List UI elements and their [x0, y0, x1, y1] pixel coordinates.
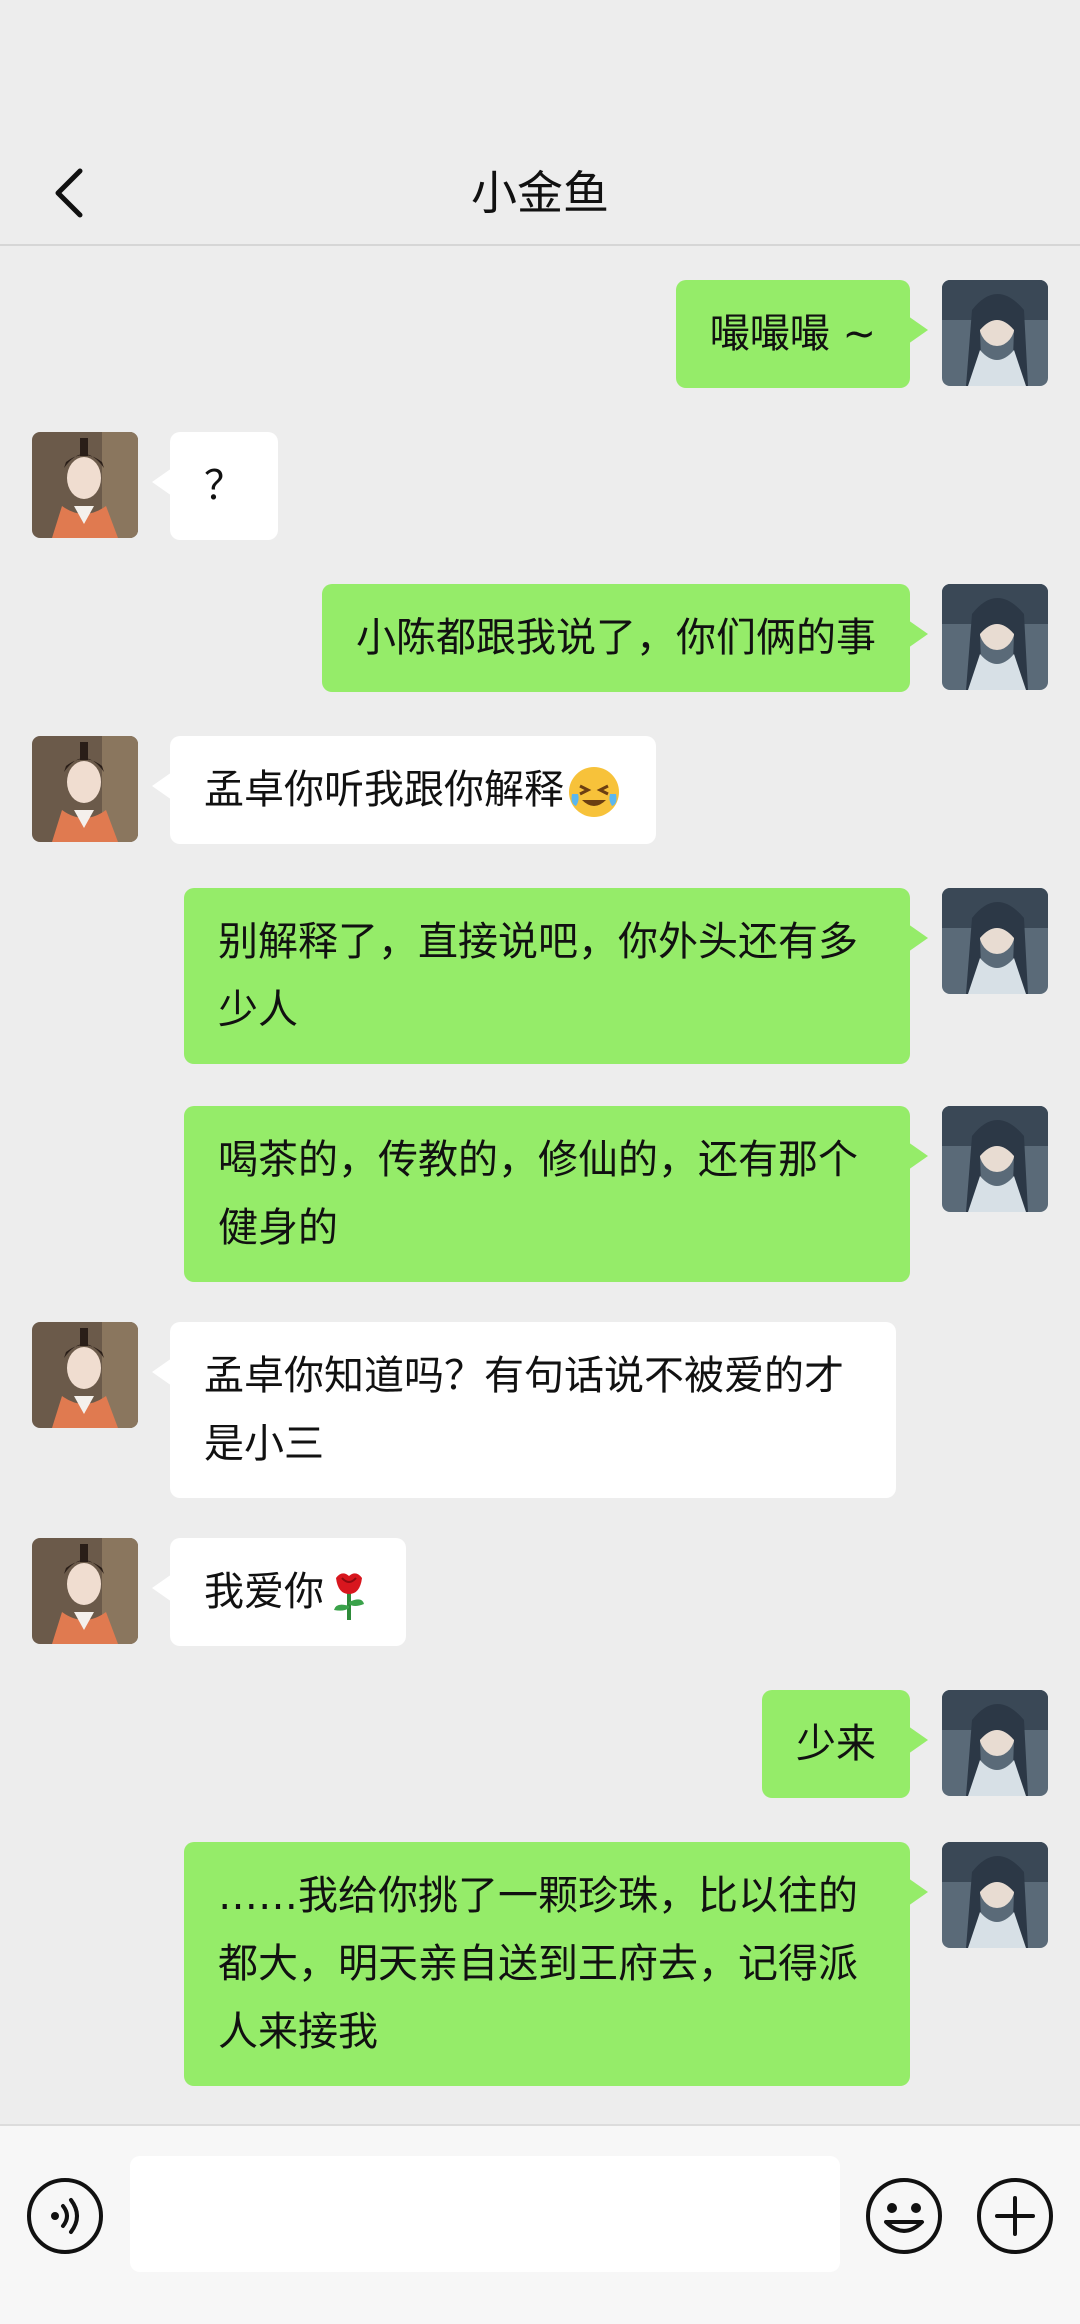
avatar[interactable] — [942, 1106, 1048, 1212]
avatar[interactable] — [942, 280, 1048, 386]
message-bubble[interactable]: 孟卓你知道吗？有句话说不被爱的才是小三 — [152, 1322, 896, 1498]
message-bubble[interactable]: ……我给你挑了一颗珍珠，比以往的都大，明天亲自送到王府去，记得派人来接我 — [184, 1842, 928, 2086]
voice-button[interactable] — [25, 2176, 105, 2256]
message-bubble[interactable]: 孟卓你听我跟你解释 — [152, 736, 656, 844]
avatar[interactable] — [32, 1538, 138, 1644]
page-title: 小金鱼 — [471, 166, 609, 220]
avatar[interactable] — [32, 736, 138, 842]
message-text: 小陈都跟我说了，你们俩的事 — [356, 615, 876, 661]
message-text: 孟卓你听我跟你解释 — [204, 767, 564, 813]
message-bubble[interactable]: 嘬嘬嘬 ~ — [675, 280, 929, 388]
avatar[interactable] — [942, 1690, 1048, 1796]
message-bubble[interactable]: 别解释了，直接说吧，你外头还有多少人 — [184, 888, 928, 1064]
message-text: 我爱你 — [204, 1569, 324, 1615]
message-text: 喝茶的，传教的，修仙的，还有那个健身的 — [218, 1137, 858, 1251]
message-text: ？ — [204, 463, 244, 509]
avatar[interactable] — [942, 584, 1048, 690]
avatar[interactable] — [942, 888, 1048, 994]
plus-icon — [977, 2178, 1053, 2254]
message-bubble[interactable]: 我爱你 — [152, 1538, 406, 1646]
more-button[interactable] — [975, 2176, 1055, 2256]
status-bar — [0, 0, 1080, 140]
message-bubble[interactable]: 小陈都跟我说了，你们俩的事 — [322, 584, 928, 692]
voice-icon — [27, 2178, 103, 2254]
avatar[interactable] — [32, 1322, 138, 1428]
message-text: 孟卓你知道吗？有句话说不被爱的才是小三 — [204, 1353, 844, 1467]
rose-emoji — [334, 1573, 364, 1620]
message-input[interactable] — [130, 2156, 840, 2272]
message-bubble[interactable]: 喝茶的，传教的，修仙的，还有那个健身的 — [184, 1106, 928, 1282]
nav-bar: 小金鱼 — [0, 140, 1080, 246]
message-bubble[interactable]: 少来 — [762, 1690, 928, 1798]
message-text: 少来 — [796, 1721, 876, 1767]
message-text: ……我给你挑了一颗珍珠，比以往的都大，明天亲自送到王府去，记得派人来接我 — [218, 1873, 858, 2055]
crying-laugh-emoji — [569, 767, 619, 817]
emoji-face-icon — [866, 2178, 942, 2254]
avatar[interactable] — [32, 432, 138, 538]
message-bubble[interactable]: ？ — [152, 432, 278, 540]
message-text: 嘬嘬嘬 ~ — [709, 311, 876, 357]
avatar[interactable] — [942, 1842, 1048, 1948]
input-bar — [0, 2124, 1080, 2324]
emoji-button[interactable] — [864, 2176, 944, 2256]
message-text: 别解释了，直接说吧，你外头还有多少人 — [218, 919, 858, 1033]
